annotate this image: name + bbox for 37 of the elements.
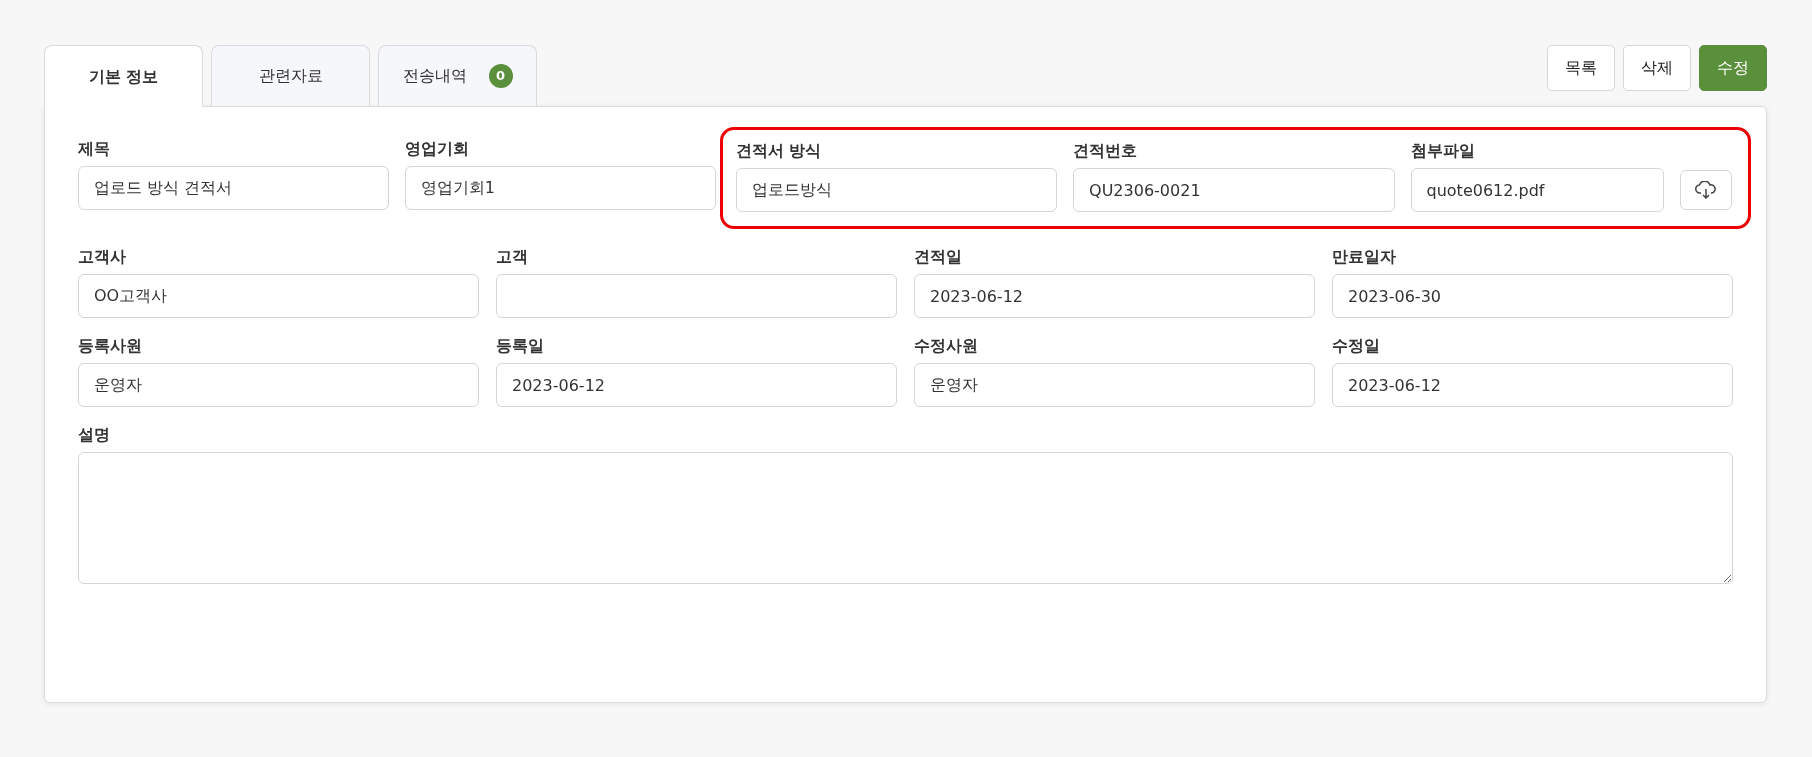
- input-field[interactable]: 2023-06-12: [1332, 363, 1733, 407]
- field-label: 등록사원: [78, 335, 143, 357]
- input-field[interactable]: 영업기회1: [404, 166, 716, 210]
- description-field[interactable]: [78, 452, 1733, 584]
- field-label: 고객사: [78, 246, 127, 268]
- input-field[interactable]: 2023-06-12: [496, 363, 897, 407]
- count-badge: 0: [488, 64, 513, 88]
- download-button[interactable]: [1680, 170, 1732, 210]
- field-label: 고객: [496, 246, 529, 268]
- input-field[interactable]: 업로드방식: [735, 168, 1058, 212]
- input-field[interactable]: 업로드 방식 견적서: [78, 166, 389, 210]
- input-field[interactable]: 운영자: [78, 363, 479, 407]
- input-field[interactable]: 운영자: [914, 363, 1315, 407]
- field-label: 견적서 방식: [735, 140, 823, 162]
- delete-button[interactable]: 삭제: [1623, 45, 1691, 91]
- list-button[interactable]: 목록: [1547, 45, 1615, 91]
- field-label: 영업기회: [404, 138, 470, 160]
- field-label: 제목: [78, 138, 111, 160]
- field-label: 첨부파일: [1410, 140, 1476, 162]
- field-label: 견적일: [914, 246, 963, 268]
- field-label: 등록일: [496, 335, 545, 357]
- input-field[interactable]: quote0612.pdf: [1410, 168, 1664, 212]
- tab[interactable]: 관련자료: [211, 45, 370, 106]
- tab[interactable]: 기본 정보: [44, 45, 203, 107]
- input-field[interactable]: 2023-06-12: [914, 274, 1315, 318]
- field-label: 설명: [78, 424, 111, 446]
- tab[interactable]: 전송내역 0: [378, 45, 537, 106]
- field-label: 견적번호: [1073, 140, 1139, 162]
- input-field[interactable]: OO고객사: [78, 274, 479, 318]
- field-label: 수정일: [1332, 335, 1381, 357]
- edit-button[interactable]: 수정: [1699, 45, 1767, 91]
- input-field[interactable]: 2023-06-30: [1332, 274, 1733, 318]
- field-label: 만료일자: [1332, 246, 1397, 268]
- input-field[interactable]: [496, 274, 897, 318]
- cloud-download-icon: [1695, 181, 1717, 199]
- field-label: 수정사원: [914, 335, 979, 357]
- input-field[interactable]: QU2306-0021: [1073, 168, 1395, 212]
